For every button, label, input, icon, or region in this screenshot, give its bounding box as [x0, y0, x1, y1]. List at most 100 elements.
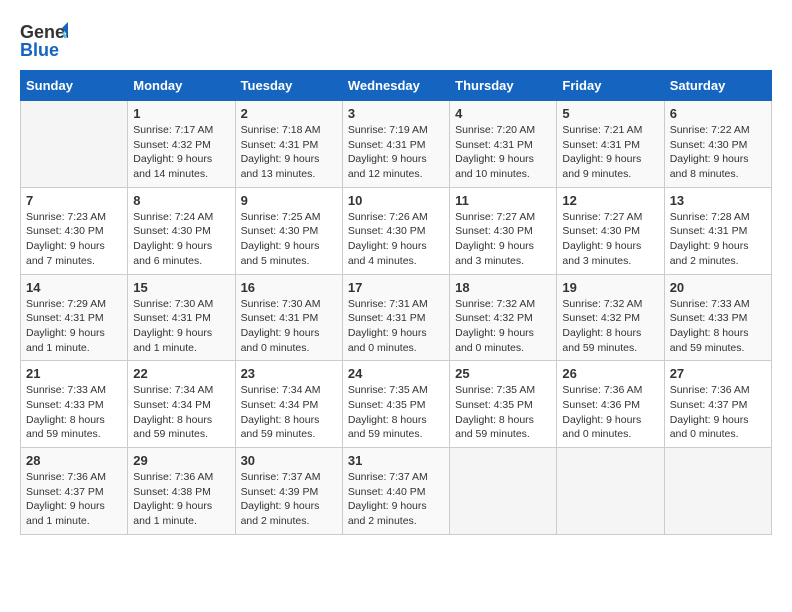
calendar-cell: 9 Sunrise: 7:25 AM Sunset: 4:30 PM Daylig…	[235, 187, 342, 274]
day-number: 10	[348, 193, 444, 208]
page-header: General Blue	[20, 20, 772, 62]
calendar-cell: 27Sunrise: 7:36 AM Sunset: 4:37 PM Dayli…	[664, 361, 771, 448]
calendar-cell: 16 Sunrise: 7:30 AM Sunset: 4:31 PM Dayli…	[235, 274, 342, 361]
day-info: Sunrise: 7:32 AM Sunset: 4:32 PM Dayligh…	[455, 297, 551, 356]
day-info: Sunrise: 7:26 AM Sunset: 4:30 PM Dayligh…	[348, 210, 444, 269]
day-number: 2	[241, 106, 337, 121]
day-number: 28	[26, 453, 122, 468]
day-number: 21	[26, 366, 122, 381]
calendar-cell: 20 Sunrise: 7:33 AM Sunset: 4:33 PM Dayli…	[664, 274, 771, 361]
day-number: 8	[133, 193, 229, 208]
day-number: 23	[241, 366, 337, 381]
day-number: 16	[241, 280, 337, 295]
calendar-cell: 19Sunrise: 7:32 AM Sunset: 4:32 PM Dayli…	[557, 274, 664, 361]
day-info: Sunrise: 7:36 AM Sunset: 4:38 PM Dayligh…	[133, 470, 229, 529]
calendar-cell: 30 Sunrise: 7:37 AM Sunset: 4:39 PM Dayli…	[235, 448, 342, 535]
day-info: Sunrise: 7:27 AM Sunset: 4:30 PM Dayligh…	[455, 210, 551, 269]
calendar-cell: 6 Sunrise: 7:22 AM Sunset: 4:30 PM Daylig…	[664, 101, 771, 188]
day-number: 9	[241, 193, 337, 208]
calendar-cell: 12 Sunrise: 7:27 AM Sunset: 4:30 PM Dayli…	[557, 187, 664, 274]
calendar-cell: 11 Sunrise: 7:27 AM Sunset: 4:30 PM Dayli…	[450, 187, 557, 274]
day-info: Sunrise: 7:34 AM Sunset: 4:34 PM Dayligh…	[241, 383, 337, 442]
day-info: Sunrise: 7:24 AM Sunset: 4:30 PM Dayligh…	[133, 210, 229, 269]
day-number: 12	[562, 193, 658, 208]
day-info: Sunrise: 7:36 AM Sunset: 4:37 PM Dayligh…	[670, 383, 766, 442]
calendar-cell: 21 Sunrise: 7:33 AM Sunset: 4:33 PM Dayli…	[21, 361, 128, 448]
day-number: 22	[133, 366, 229, 381]
calendar-cell: 1 Sunrise: 7:17 AM Sunset: 4:32 PM Daylig…	[128, 101, 235, 188]
calendar-table: SundayMondayTuesdayWednesdayThursdayFrid…	[20, 70, 772, 535]
calendar-week-row: 28 Sunrise: 7:36 AM Sunset: 4:37 PM Dayli…	[21, 448, 772, 535]
day-info: Sunrise: 7:25 AM Sunset: 4:30 PM Dayligh…	[241, 210, 337, 269]
day-info: Sunrise: 7:33 AM Sunset: 4:33 PM Dayligh…	[26, 383, 122, 442]
day-number: 5	[562, 106, 658, 121]
calendar-cell	[664, 448, 771, 535]
day-number: 18	[455, 280, 551, 295]
day-info: Sunrise: 7:36 AM Sunset: 4:37 PM Dayligh…	[26, 470, 122, 529]
day-info: Sunrise: 7:27 AM Sunset: 4:30 PM Dayligh…	[562, 210, 658, 269]
day-info: Sunrise: 7:23 AM Sunset: 4:30 PM Dayligh…	[26, 210, 122, 269]
calendar-cell: 18 Sunrise: 7:32 AM Sunset: 4:32 PM Dayli…	[450, 274, 557, 361]
day-number: 26	[562, 366, 658, 381]
day-number: 24	[348, 366, 444, 381]
calendar-cell: 5 Sunrise: 7:21 AM Sunset: 4:31 PM Daylig…	[557, 101, 664, 188]
day-number: 30	[241, 453, 337, 468]
day-of-week-header: Monday	[128, 71, 235, 101]
calendar-cell: 29 Sunrise: 7:36 AM Sunset: 4:38 PM Dayli…	[128, 448, 235, 535]
day-info: Sunrise: 7:30 AM Sunset: 4:31 PM Dayligh…	[241, 297, 337, 356]
day-info: Sunrise: 7:19 AM Sunset: 4:31 PM Dayligh…	[348, 123, 444, 182]
day-info: Sunrise: 7:30 AM Sunset: 4:31 PM Dayligh…	[133, 297, 229, 356]
day-of-week-header: Thursday	[450, 71, 557, 101]
svg-text:Blue: Blue	[20, 40, 59, 60]
day-number: 11	[455, 193, 551, 208]
day-info: Sunrise: 7:35 AM Sunset: 4:35 PM Dayligh…	[455, 383, 551, 442]
day-info: Sunrise: 7:18 AM Sunset: 4:31 PM Dayligh…	[241, 123, 337, 182]
day-of-week-header: Tuesday	[235, 71, 342, 101]
logo-icon: General Blue	[20, 20, 68, 62]
day-of-week-header: Sunday	[21, 71, 128, 101]
day-number: 25	[455, 366, 551, 381]
day-of-week-header: Saturday	[664, 71, 771, 101]
day-number: 20	[670, 280, 766, 295]
svg-text:General: General	[20, 22, 68, 42]
day-info: Sunrise: 7:37 AM Sunset: 4:40 PM Dayligh…	[348, 470, 444, 529]
day-info: Sunrise: 7:33 AM Sunset: 4:33 PM Dayligh…	[670, 297, 766, 356]
day-number: 17	[348, 280, 444, 295]
day-info: Sunrise: 7:28 AM Sunset: 4:31 PM Dayligh…	[670, 210, 766, 269]
logo: General Blue	[20, 20, 70, 62]
calendar-week-row: 7Sunrise: 7:23 AM Sunset: 4:30 PM Daylig…	[21, 187, 772, 274]
calendar-cell: 8 Sunrise: 7:24 AM Sunset: 4:30 PM Daylig…	[128, 187, 235, 274]
day-info: Sunrise: 7:31 AM Sunset: 4:31 PM Dayligh…	[348, 297, 444, 356]
day-number: 29	[133, 453, 229, 468]
day-info: Sunrise: 7:37 AM Sunset: 4:39 PM Dayligh…	[241, 470, 337, 529]
calendar-cell: 28 Sunrise: 7:36 AM Sunset: 4:37 PM Dayli…	[21, 448, 128, 535]
day-info: Sunrise: 7:17 AM Sunset: 4:32 PM Dayligh…	[133, 123, 229, 182]
day-number: 14	[26, 280, 122, 295]
day-info: Sunrise: 7:34 AM Sunset: 4:34 PM Dayligh…	[133, 383, 229, 442]
day-info: Sunrise: 7:36 AM Sunset: 4:36 PM Dayligh…	[562, 383, 658, 442]
day-number: 6	[670, 106, 766, 121]
calendar-cell: 17 Sunrise: 7:31 AM Sunset: 4:31 PM Dayli…	[342, 274, 449, 361]
calendar-week-row: 21 Sunrise: 7:33 AM Sunset: 4:33 PM Dayli…	[21, 361, 772, 448]
calendar-cell: 24 Sunrise: 7:35 AM Sunset: 4:35 PM Dayli…	[342, 361, 449, 448]
calendar-cell: 4 Sunrise: 7:20 AM Sunset: 4:31 PM Daylig…	[450, 101, 557, 188]
calendar-cell: 10 Sunrise: 7:26 AM Sunset: 4:30 PM Dayli…	[342, 187, 449, 274]
day-info: Sunrise: 7:21 AM Sunset: 4:31 PM Dayligh…	[562, 123, 658, 182]
calendar-cell	[21, 101, 128, 188]
day-number: 1	[133, 106, 229, 121]
calendar-cell: 22 Sunrise: 7:34 AM Sunset: 4:34 PM Dayli…	[128, 361, 235, 448]
calendar-cell: 2 Sunrise: 7:18 AM Sunset: 4:31 PM Daylig…	[235, 101, 342, 188]
day-of-week-header: Wednesday	[342, 71, 449, 101]
calendar-cell: 13Sunrise: 7:28 AM Sunset: 4:31 PM Dayli…	[664, 187, 771, 274]
day-info: Sunrise: 7:22 AM Sunset: 4:30 PM Dayligh…	[670, 123, 766, 182]
calendar-cell: 14Sunrise: 7:29 AM Sunset: 4:31 PM Dayli…	[21, 274, 128, 361]
calendar-cell	[450, 448, 557, 535]
calendar-header-row: SundayMondayTuesdayWednesdayThursdayFrid…	[21, 71, 772, 101]
calendar-cell: 3Sunrise: 7:19 AM Sunset: 4:31 PM Daylig…	[342, 101, 449, 188]
day-number: 31	[348, 453, 444, 468]
day-info: Sunrise: 7:20 AM Sunset: 4:31 PM Dayligh…	[455, 123, 551, 182]
calendar-cell: 15Sunrise: 7:30 AM Sunset: 4:31 PM Dayli…	[128, 274, 235, 361]
day-number: 4	[455, 106, 551, 121]
calendar-cell: 26 Sunrise: 7:36 AM Sunset: 4:36 PM Dayli…	[557, 361, 664, 448]
day-info: Sunrise: 7:35 AM Sunset: 4:35 PM Dayligh…	[348, 383, 444, 442]
